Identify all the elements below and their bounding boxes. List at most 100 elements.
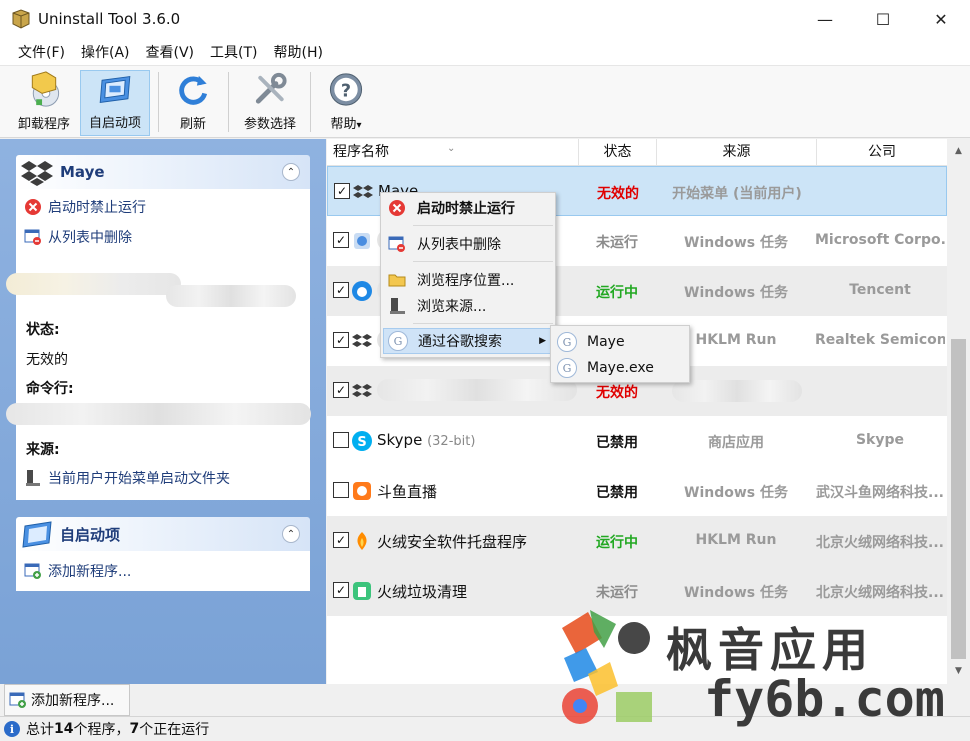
autostart-button[interactable]: 自启动项 [80,70,150,136]
google-submenu: G Maye G Maye.exe [550,325,690,383]
error-icon [389,200,405,216]
toolbar-separator [228,72,229,132]
ctx-browse-location[interactable]: 浏览程序位置... [383,267,553,293]
status-cell: 运行中 [596,285,638,301]
company-cell: Tencent [849,282,911,298]
error-icon [25,199,41,215]
row-checkbox[interactable]: ✓ [334,183,350,199]
row-checkbox[interactable]: ✓ [333,232,349,248]
vertical-scrollbar[interactable]: ▲ ▼ [947,139,970,684]
add-new-program-link[interactable]: 添加新程序... [24,561,131,581]
dropbox-icon [352,384,372,397]
status-text: 个程序， [73,722,130,738]
status-value: 无效的 [26,352,68,368]
add-new-program-tab[interactable]: 添加新程序... [4,684,130,716]
svg-text:S: S [357,435,366,450]
autostart-section-header[interactable]: 自启动项 ⌃ [16,517,310,551]
refresh-icon [179,75,208,105]
menu-bar: 文件(F) 操作(A) 查看(V) 工具(T) 帮助(H) [0,38,970,66]
scroll-thumb[interactable] [951,339,966,659]
source-link[interactable]: 当前用户开始菜单启动文件夹 [24,468,230,488]
source-cell: HKLM Run [695,532,777,548]
app-icon [354,233,370,249]
row-checkbox[interactable] [333,432,349,448]
source-cell: Windows 任务 [684,485,788,501]
redacted-text [672,380,802,402]
autostart-section-body: 添加新程序... [16,551,310,591]
total-count: 14 [54,721,74,737]
uninstall-button[interactable]: 卸载程序 [10,70,78,136]
column-status[interactable]: 状态 [579,139,657,166]
source-cell: Windows 任务 [684,285,788,301]
status-cell: 运行中 [596,535,638,551]
help-label: 帮助▾ [330,117,362,132]
column-name[interactable]: 程序名称 ⌄ [327,139,579,166]
menu-action[interactable]: 操作(A) [73,42,138,62]
info-icon: i [4,721,20,737]
ctx-separator [413,225,553,226]
autostart-icon [99,76,131,103]
minimize-button[interactable]: — [796,0,854,38]
disable-on-start-link[interactable]: 启动时禁止运行 [24,197,146,217]
watermark: 枫音应用 fy6b.com [556,608,945,738]
table-row[interactable]: ✓ 火绒安全软件托盘程序 运行中 HKLM Run 北京火绒网络科技... [327,516,947,566]
row-checkbox[interactable]: ✓ [333,282,349,298]
submenu-item[interactable]: G Maye.exe [553,355,687,381]
menu-tools[interactable]: 工具(T) [202,42,265,62]
menu-file[interactable]: 文件(F) [10,42,73,62]
autostart-icon [22,521,52,548]
table-row[interactable]: 斗鱼直播 已禁用 Windows 任务 武汉斗鱼网络科技... [327,466,947,516]
status-cell: 无效的 [596,385,638,401]
row-checkbox[interactable]: ✓ [333,532,349,548]
collapse-icon[interactable]: ⌃ [282,525,300,543]
dropbox-icon [21,161,53,186]
source-cell: Windows 任务 [684,235,788,251]
menu-help[interactable]: 帮助(H) [266,42,331,62]
column-company[interactable]: 公司 [817,139,947,166]
column-source[interactable]: 来源 [657,139,817,166]
dropbox-icon [353,185,373,198]
ctx-remove-from-list[interactable]: 从列表中删除 [383,231,553,257]
maximize-button[interactable]: ☐ [854,0,912,38]
details-panel: Maye ⌃ 启动时禁止运行 从列表中删除 状态: 无效的 命令行: 来源: 当… [0,139,326,684]
google-icon: G [557,358,577,378]
status-label: 状态: [26,322,60,338]
toolbar-separator [310,72,311,132]
ctx-disable-on-start[interactable]: 启动时禁止运行 [383,195,553,221]
submenu-item[interactable]: G Maye [553,329,687,355]
add-window-icon [9,692,26,708]
item-details-header[interactable]: Maye ⌃ [16,155,310,189]
close-button[interactable]: ✕ [912,0,970,38]
company-cell: 北京火绒网络科技... [816,585,944,601]
ctx-separator [413,261,553,262]
row-checkbox[interactable]: ✓ [333,332,349,348]
row-checkbox[interactable] [333,482,349,498]
preferences-button[interactable]: 参数选择 [236,70,304,136]
tools-icon [255,72,287,104]
table-row[interactable]: S Skype (32-bit) 已禁用 商店应用 Skype [327,416,947,466]
status-cell: 未运行 [596,585,638,601]
status-cell: 未运行 [596,235,638,251]
ctx-browse-source[interactable]: 浏览来源... [383,293,553,319]
status-cell: 已禁用 [596,435,638,451]
program-name [377,379,577,403]
ctx-google-search[interactable]: G 通过谷歌搜索 ▶ [383,328,553,354]
uninstall-label: 卸载程序 [17,117,70,132]
collapse-icon[interactable]: ⌃ [282,163,300,181]
qq-icon [352,281,372,301]
row-checkbox[interactable]: ✓ [333,382,349,398]
scroll-up-icon[interactable]: ▲ [947,141,970,161]
remove-from-list-link[interactable]: 从列表中删除 [24,227,132,247]
company-cell: 北京火绒网络科技... [816,535,944,551]
redacted-text [6,273,181,295]
scroll-down-icon[interactable]: ▼ [947,661,970,681]
company-cell: Realtek Semicon... [815,332,945,348]
row-checkbox[interactable]: ✓ [333,582,349,598]
autostart-section-title: 自启动项 [60,525,121,544]
help-button[interactable]: ? 帮助▾ [318,70,374,136]
dropbox-icon [352,334,372,347]
menu-view[interactable]: 查看(V) [138,42,203,62]
refresh-button[interactable]: 刷新 [166,70,220,136]
google-icon: G [557,332,577,352]
source-label: 来源: [26,442,60,458]
